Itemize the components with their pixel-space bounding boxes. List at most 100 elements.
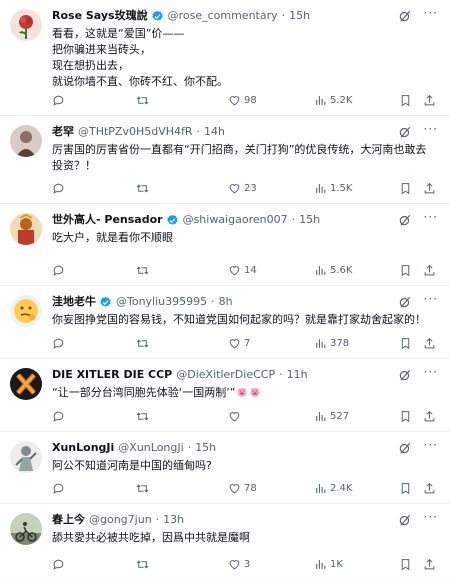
avatar[interactable]	[10, 513, 42, 545]
pig-emoji-icon	[237, 388, 247, 397]
like-button[interactable]	[228, 410, 244, 423]
like-button[interactable]: 78	[228, 482, 257, 495]
share-button[interactable]	[423, 558, 436, 571]
retweet-button[interactable]	[136, 482, 152, 495]
views-button[interactable]: 5.6K	[314, 264, 352, 277]
reply-button[interactable]	[52, 482, 68, 495]
separator-dot: ·	[196, 125, 201, 138]
bookmark-button[interactable]	[399, 482, 412, 495]
retweet-button[interactable]	[136, 410, 152, 423]
reply-button[interactable]	[52, 94, 68, 107]
user-handle[interactable]: @rose_commentary	[168, 8, 278, 24]
reply-button[interactable]	[52, 264, 68, 277]
share-button[interactable]	[423, 482, 436, 495]
grok-icon[interactable]	[398, 213, 412, 227]
retweet-button[interactable]	[136, 264, 152, 277]
tweet[interactable]: Rose Says玫瑰說 @rose_commentary · 15h ··· …	[0, 0, 450, 116]
bookmark-button[interactable]	[399, 182, 412, 195]
tweet[interactable]: 春上今 @gong7jun · 13h ··· 舔共愛共必被共吃掉，因爲中共就是…	[0, 504, 450, 580]
display-name[interactable]: 世外高人- Pensador	[52, 212, 163, 228]
user-handle[interactable]: @gong7jun	[89, 512, 152, 528]
grok-icon[interactable]	[398, 441, 412, 455]
bookmark-button[interactable]	[399, 264, 412, 277]
tweet[interactable]: DIE XITLER DIE CCP @DieXitlerDieCCP · 11…	[0, 359, 450, 432]
display-name[interactable]: DIE XITLER DIE CCP	[52, 367, 172, 383]
display-name[interactable]: XunLongJi	[52, 440, 114, 456]
tweet[interactable]: 洼地老牛 @Tonyliu395995 · 8h ··· 你妄图挣党国的容易钱，…	[0, 286, 450, 359]
user-handle[interactable]: @DieXitlerDieCCP	[176, 367, 275, 383]
user-handle[interactable]: @THtPZv0H5dVH4fR	[78, 124, 193, 140]
grok-icon[interactable]	[398, 125, 412, 139]
grok-icon[interactable]	[398, 368, 412, 382]
avatar[interactable]	[10, 9, 42, 41]
avatar[interactable]	[10, 368, 42, 400]
share-button[interactable]	[423, 337, 436, 350]
retweet-button[interactable]	[136, 94, 152, 107]
like-button[interactable]: 7	[228, 337, 250, 350]
share-button[interactable]	[423, 264, 436, 277]
avatar[interactable]	[10, 441, 42, 473]
like-button[interactable]: 14	[228, 264, 257, 277]
timestamp[interactable]: 11h	[287, 367, 308, 383]
grok-icon[interactable]	[398, 295, 412, 309]
grok-icon[interactable]	[398, 513, 412, 527]
more-icon[interactable]: ···	[424, 292, 438, 306]
views-button[interactable]: 527	[314, 410, 349, 423]
reply-button[interactable]	[52, 337, 68, 350]
heart-icon	[229, 95, 240, 105]
avatar[interactable]	[10, 213, 42, 245]
reply-button[interactable]	[52, 558, 68, 571]
views-button[interactable]: 5.2K	[314, 94, 352, 107]
bookmark-button[interactable]	[399, 558, 412, 571]
timestamp[interactable]: 15h	[299, 212, 320, 228]
more-icon[interactable]: ···	[424, 510, 438, 524]
retweet-button[interactable]	[136, 182, 152, 195]
share-button[interactable]	[423, 94, 436, 107]
display-name[interactable]: 洼地老牛	[52, 294, 96, 310]
user-handle[interactable]: @Tonyliu395995	[116, 294, 207, 310]
share-button[interactable]	[423, 410, 436, 423]
display-name[interactable]: Rose Says玫瑰說	[52, 8, 148, 24]
separator-dot: ·	[279, 368, 283, 381]
timestamp[interactable]: 8h	[219, 294, 233, 310]
views-button[interactable]: 2.4K	[314, 482, 352, 495]
user-handle[interactable]: @XunLongJi	[118, 440, 183, 456]
like-button[interactable]: 98	[228, 94, 257, 107]
heart-icon	[229, 483, 240, 493]
more-icon[interactable]: ···	[424, 122, 438, 136]
timestamp[interactable]: 15h	[289, 8, 310, 24]
timestamp[interactable]: 15h	[195, 440, 216, 456]
share-icon	[424, 558, 435, 569]
bookmark-icon	[401, 337, 410, 349]
tweet[interactable]: 世外高人- Pensador @shiwaigaoren007 · 15h ··…	[0, 204, 450, 286]
like-button[interactable]: 3	[228, 558, 250, 571]
grok-icon[interactable]	[398, 9, 412, 23]
more-icon[interactable]: ···	[424, 6, 438, 20]
more-icon[interactable]: ···	[424, 210, 438, 224]
bookmark-button[interactable]	[399, 410, 412, 423]
views-count: 2.4K	[330, 482, 353, 494]
tweet-text: 吃大户，就是看你不顺眼	[52, 231, 173, 244]
views-button[interactable]: 1.5K	[314, 182, 352, 195]
views-button[interactable]: 378	[314, 337, 349, 350]
display-name[interactable]: 春上今	[52, 512, 85, 528]
share-button[interactable]	[423, 182, 436, 195]
avatar[interactable]	[10, 295, 42, 327]
bookmark-button[interactable]	[399, 337, 412, 350]
more-icon[interactable]: ···	[424, 365, 438, 379]
tweet[interactable]: XunLongJi @XunLongJi · 15h ··· 阿公不知道河南是中…	[0, 432, 450, 504]
avatar[interactable]	[10, 125, 42, 157]
reply-button[interactable]	[52, 410, 68, 423]
retweet-button[interactable]	[136, 558, 152, 571]
bookmark-button[interactable]	[399, 94, 412, 107]
timestamp[interactable]: 14h	[204, 124, 225, 140]
timestamp[interactable]: 13h	[163, 512, 184, 528]
more-icon[interactable]: ···	[424, 438, 438, 452]
retweet-button[interactable]	[136, 337, 152, 350]
views-button[interactable]: 1K	[314, 558, 343, 571]
like-button[interactable]: 23	[228, 182, 257, 195]
display-name[interactable]: 老罕	[52, 124, 74, 140]
tweet[interactable]: 老罕 @THtPZv0H5dVH4fR · 14h ··· 厉害国的厉害省份一直…	[0, 116, 450, 204]
user-handle[interactable]: @shiwaigaoren007	[183, 212, 288, 228]
reply-button[interactable]	[52, 182, 68, 195]
